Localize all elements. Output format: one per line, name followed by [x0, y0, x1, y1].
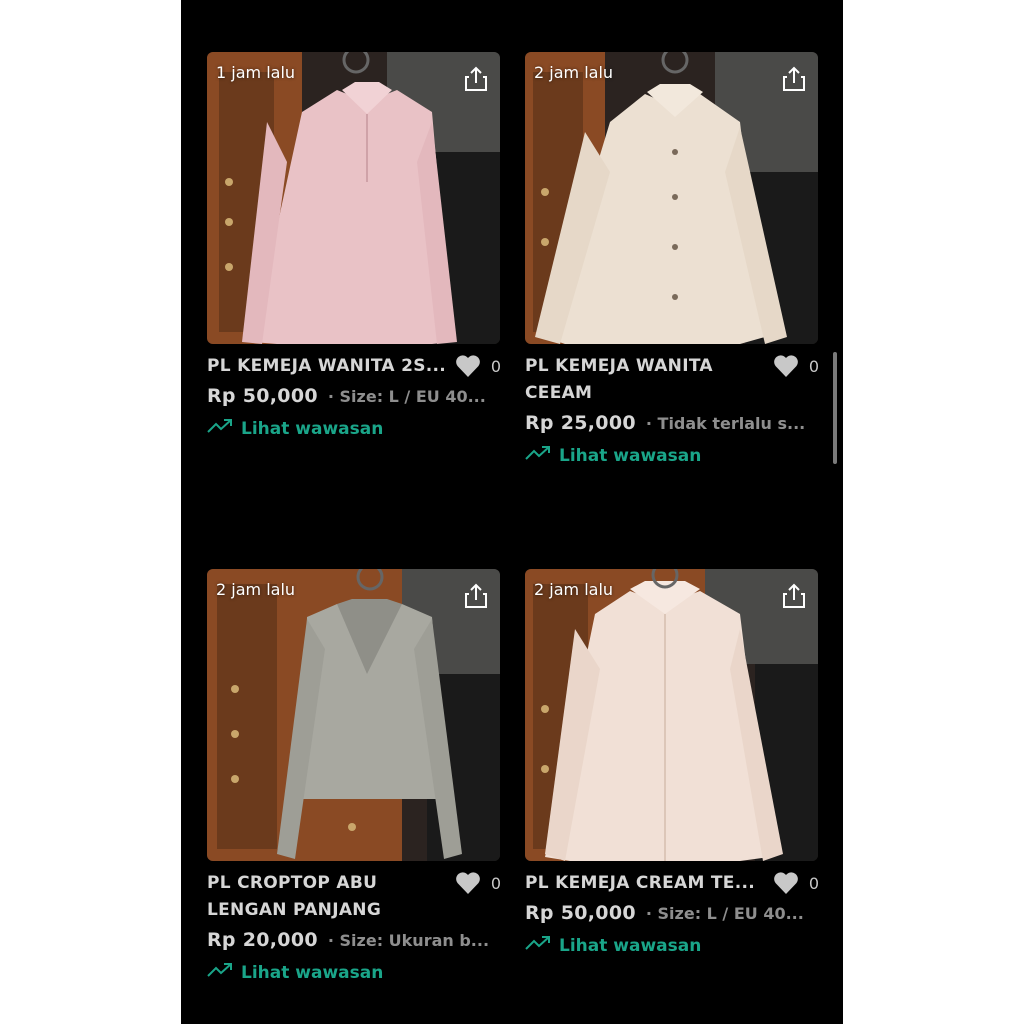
- listing-feed: 1 jam lalu PL KEMEJA WANITA 2S... 0 Rp 5…: [181, 0, 843, 1024]
- scrollbar[interactable]: [833, 352, 837, 464]
- price: Rp 50,000: [207, 385, 318, 407]
- like-count: 0: [808, 873, 819, 893]
- listing-card[interactable]: 2 jam lalu PL KEMEJA WANITA CEEAM 0 Rp 2…: [525, 52, 819, 482]
- product-photo[interactable]: 2 jam lalu: [525, 569, 818, 861]
- like-button[interactable]: 0: [773, 354, 819, 378]
- product-photo[interactable]: 2 jam lalu: [525, 52, 818, 344]
- listing-card[interactable]: 2 jam lalu PL KEMEJA CREAM TE... 0 Rp 50…: [525, 569, 819, 969]
- like-button[interactable]: 0: [773, 871, 819, 895]
- insight-label: Lihat wawasan: [241, 962, 384, 983]
- listing-title[interactable]: PL CROPTOP ABU LENGAN PANJANG: [207, 870, 427, 924]
- time-posted: 2 jam lalu: [534, 63, 614, 82]
- share-icon[interactable]: [464, 583, 488, 609]
- heart-icon: [773, 354, 799, 378]
- insight-label: Lihat wawasan: [559, 445, 702, 466]
- product-photo[interactable]: 1 jam lalu: [207, 52, 500, 344]
- like-count: 0: [490, 873, 501, 893]
- condition-info: · Tidak terlalu s...: [645, 414, 806, 433]
- heart-icon: [455, 354, 481, 378]
- listing-title[interactable]: PL KEMEJA WANITA 2S...: [207, 353, 451, 380]
- time-posted: 1 jam lalu: [216, 63, 296, 82]
- insight-label: Lihat wawasan: [559, 935, 702, 956]
- heart-icon: [773, 871, 799, 895]
- time-posted: 2 jam lalu: [216, 580, 296, 599]
- price: Rp 50,000: [525, 902, 636, 924]
- trending-up-icon: [525, 935, 551, 956]
- listing-card[interactable]: 2 jam lalu PL CROPTOP ABU LENGAN PANJANG…: [207, 569, 501, 999]
- listing-title[interactable]: PL KEMEJA CREAM TE...: [525, 870, 769, 897]
- share-icon[interactable]: [464, 66, 488, 92]
- insight-label: Lihat wawasan: [241, 418, 384, 439]
- product-photo[interactable]: 2 jam lalu: [207, 569, 500, 861]
- price: Rp 25,000: [525, 412, 636, 434]
- listing-card[interactable]: 1 jam lalu PL KEMEJA WANITA 2S... 0 Rp 5…: [207, 52, 501, 452]
- share-icon[interactable]: [782, 66, 806, 92]
- insight-link[interactable]: Lihat wawasan: [207, 418, 383, 439]
- insight-link[interactable]: Lihat wawasan: [525, 445, 701, 466]
- trending-up-icon: [207, 418, 233, 439]
- like-button[interactable]: 0: [455, 354, 501, 378]
- heart-icon: [455, 871, 481, 895]
- size-info: · Size: L / EU 40...: [645, 904, 804, 923]
- size-info: · Size: L / EU 40...: [327, 387, 486, 406]
- insight-link[interactable]: Lihat wawasan: [207, 962, 383, 983]
- like-button[interactable]: 0: [455, 871, 501, 895]
- like-count: 0: [490, 356, 501, 376]
- time-posted: 2 jam lalu: [534, 580, 614, 599]
- trending-up-icon: [207, 962, 233, 983]
- size-info: · Size: Ukuran b...: [327, 931, 490, 950]
- insight-link[interactable]: Lihat wawasan: [525, 935, 701, 956]
- share-icon[interactable]: [782, 583, 806, 609]
- listing-title[interactable]: PL KEMEJA WANITA CEEAM: [525, 353, 745, 407]
- like-count: 0: [808, 356, 819, 376]
- price: Rp 20,000: [207, 929, 318, 951]
- trending-up-icon: [525, 445, 551, 466]
